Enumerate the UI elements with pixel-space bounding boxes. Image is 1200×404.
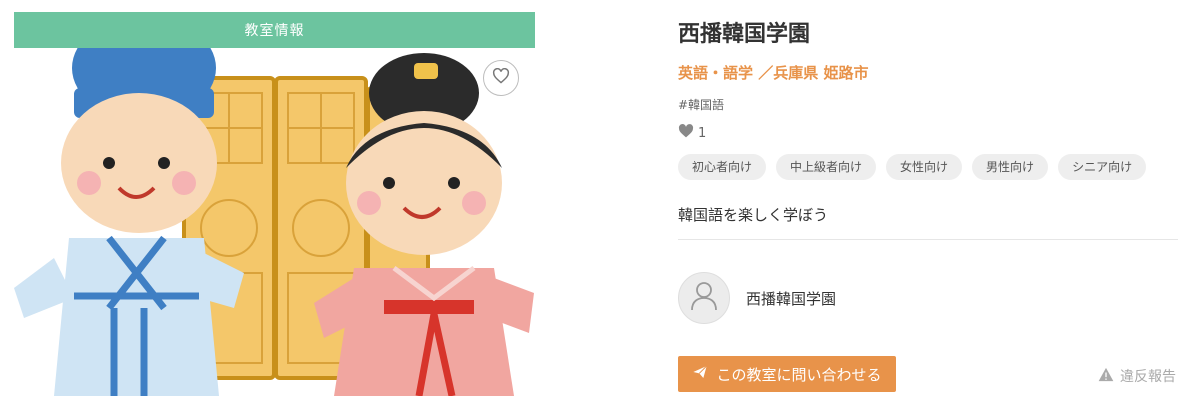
favorite-button[interactable] (483, 60, 519, 96)
warning-icon (1098, 367, 1114, 386)
like-count-value: 1 (698, 125, 707, 141)
hashtag[interactable]: #韓国語 (678, 96, 724, 113)
hanbok-illustration (14, 48, 535, 396)
avatar[interactable] (678, 272, 730, 324)
owner-name[interactable]: 西播韓国学園 (746, 288, 836, 309)
tag[interactable]: 女性向け (886, 154, 963, 180)
user-icon (690, 281, 718, 315)
category-banner: 教室情報 (14, 12, 535, 48)
report-link[interactable]: 違反報告 (1098, 366, 1176, 386)
owner-card[interactable]: 西播韓国学園 (678, 272, 836, 324)
description: 韓国語を楽しく学ぼう (678, 206, 829, 224)
contact-button[interactable]: この教室に問い合わせる (678, 356, 896, 392)
send-icon (692, 364, 708, 384)
heart-outline-icon (492, 67, 510, 88)
listing-details: 西播韓国学園 英語・語学 ／兵庫県 姫路市 #韓国語 1 初心者向け 中上級者向… (678, 0, 1188, 404)
report-label: 違反報告 (1120, 369, 1176, 385)
tag[interactable]: 男性向け (972, 154, 1049, 180)
category-location[interactable]: 英語・語学 ／兵庫県 姫路市 (678, 62, 868, 83)
heart-icon (678, 124, 694, 142)
divider (678, 239, 1178, 240)
tag[interactable]: シニア向け (1058, 154, 1147, 180)
contact-button-label: この教室に問い合わせる (716, 365, 882, 384)
school-title: 西播韓国学園 (678, 22, 811, 47)
like-count: 1 (678, 124, 706, 142)
tag[interactable]: 初心者向け (678, 154, 767, 180)
tag-list: 初心者向け 中上級者向け 女性向け 男性向け シニア向け (678, 154, 1147, 180)
listing-image-panel: 教室情報 (14, 12, 535, 396)
tag[interactable]: 中上級者向け (776, 154, 877, 180)
